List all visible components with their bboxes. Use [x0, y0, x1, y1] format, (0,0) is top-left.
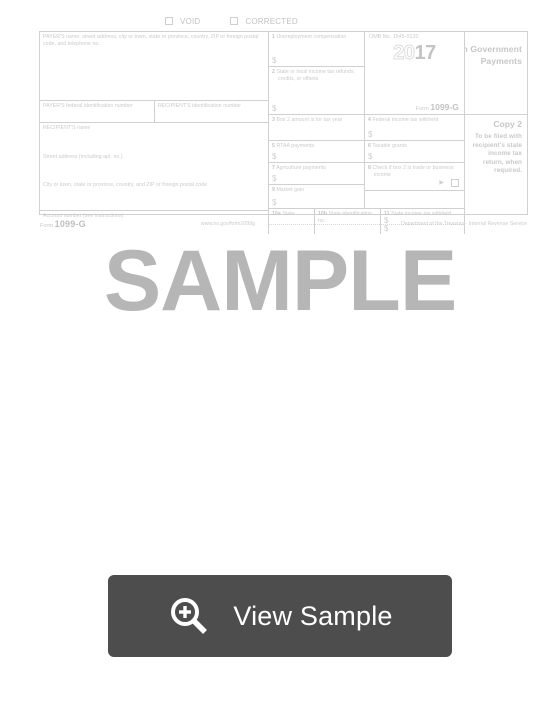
- form-title: Certain Government Payments: [465, 44, 522, 66]
- box1-cell: 1 Unemployment compensation $: [268, 32, 364, 66]
- box8-checkbox[interactable]: [451, 179, 459, 187]
- recipient-tin-cell: RECIPIENT'S identification number: [154, 100, 268, 122]
- box9-label: 9 Market gain: [272, 187, 305, 194]
- box4-cell: 4 Federal income tax withheld $: [364, 114, 464, 140]
- recipient-name-label: RECIPIENT'S name: [43, 125, 91, 132]
- footer-form-value: 1099-G: [54, 219, 86, 229]
- box8-label: 8 Check if box 2 is trade or business in…: [368, 165, 454, 178]
- omb-number: OMB No. 1545-0120: [369, 34, 419, 41]
- box8-filler-cell: [364, 190, 464, 208]
- copy-notice-cell: Copy 2 To be filed with recipient's stat…: [464, 114, 527, 234]
- footer-form-number: Form 1099-G: [40, 219, 86, 229]
- box11-currency-2: $: [384, 224, 389, 233]
- box2-currency: $: [272, 104, 277, 113]
- box10a-divider: [269, 224, 314, 225]
- payer-info-label: PAYER'S name, street address, city or to…: [43, 34, 259, 47]
- box7-currency: $: [272, 174, 277, 183]
- footer-form-prefix: Form: [40, 223, 54, 229]
- form-number: 1099-G: [430, 102, 459, 112]
- form-1099g-preview: VOID CORRECTED PAYER'S name, street addr…: [39, 14, 528, 234]
- corrected-checkbox[interactable]: [230, 17, 239, 25]
- box5-cell: 5 RTAA payments $: [268, 140, 364, 162]
- footer-url: www.irs.gov/form1099g: [201, 221, 255, 227]
- copy-note: To be filed with recipient's state incom…: [472, 133, 522, 175]
- box2-cell: 2 State or local income tax refunds, cre…: [268, 66, 364, 114]
- void-label: VOID: [180, 16, 201, 26]
- view-sample-label: View Sample: [233, 600, 393, 631]
- view-sample-button[interactable]: View Sample: [108, 575, 452, 657]
- box10a-label: 10a State: [272, 211, 295, 218]
- box4-label: 4 Federal income tax withheld: [368, 117, 439, 124]
- payer-tin-label: PAYER'S federal identification number: [43, 103, 133, 110]
- box9-currency: $: [272, 198, 277, 207]
- recipient-tin-label: RECIPIENT'S identification number: [158, 103, 242, 110]
- box5-label: 5 RTAA payments: [272, 143, 315, 150]
- box8-cell: 8 Check if box 2 is trade or business in…: [364, 162, 464, 190]
- void-corrected-row: VOID CORRECTED: [165, 14, 365, 28]
- box10b-cell: 10b State identification no.: [314, 208, 380, 234]
- box1-currency: $: [272, 56, 277, 65]
- box10b-label: 10b State identification no.: [318, 211, 372, 224]
- tax-year-prefix: 20: [393, 42, 416, 65]
- box2-label: 2 State or local income tax refunds, cre…: [272, 69, 356, 82]
- box3-cell: 3 Box 2 amount is for tax year: [268, 114, 364, 140]
- box10b-divider: [315, 224, 380, 225]
- sample-watermark: SAMPLE: [103, 233, 457, 329]
- omb-year-cell: OMB No. 1545-0120 2017 Form 1099-G: [364, 32, 464, 114]
- box3-label: 3 Box 2 amount is for tax year: [272, 117, 343, 124]
- street-address-label: Street address (including apt. no.): [43, 154, 123, 161]
- city-state-zip-label: City or town, state or province, country…: [43, 182, 208, 189]
- city-state-zip-cell: City or town, state or province, country…: [40, 180, 268, 210]
- form-grid: PAYER'S name, street address, city or to…: [39, 31, 528, 234]
- box6-cell: 6 Taxable grants $: [364, 140, 464, 162]
- copy-label: Copy 2: [493, 119, 522, 129]
- corrected-label: CORRECTED: [245, 16, 298, 26]
- payer-info-cell: PAYER'S name, street address, city or to…: [40, 32, 268, 100]
- box6-label: 6 Taxable grants: [368, 143, 407, 150]
- tax-year: 2017: [365, 42, 464, 65]
- right-arrow-icon: ▶: [439, 180, 444, 186]
- box7-cell: 7 Agriculture payments $: [268, 162, 364, 184]
- box1-label: 1 Unemployment compensation: [272, 34, 347, 41]
- form-prefix: Form: [415, 106, 429, 112]
- box5-currency: $: [272, 152, 277, 161]
- form-number-header: Form 1099-G: [416, 102, 459, 112]
- zoom-in-icon: [171, 598, 208, 634]
- box4-currency: $: [368, 130, 373, 139]
- payer-tin-cell: PAYER'S federal identification number: [40, 100, 154, 122]
- box10a-cell: 10a State: [268, 208, 314, 234]
- footer-department: Department of the Treasury - Internal Re…: [400, 221, 527, 227]
- box6-currency: $: [368, 152, 373, 161]
- box7-label: 7 Agriculture payments: [272, 165, 326, 172]
- void-checkbox[interactable]: [165, 17, 173, 25]
- box11-label: 11 State income tax withheld: [384, 211, 452, 218]
- tax-year-suffix: 17: [414, 42, 437, 65]
- box9-cell: 9 Market gain $: [268, 184, 364, 208]
- recipient-name-cell: RECIPIENT'S name: [40, 122, 268, 152]
- form-title-cell: Certain Government Payments: [464, 32, 527, 114]
- street-address-cell: Street address (including apt. no.): [40, 152, 268, 180]
